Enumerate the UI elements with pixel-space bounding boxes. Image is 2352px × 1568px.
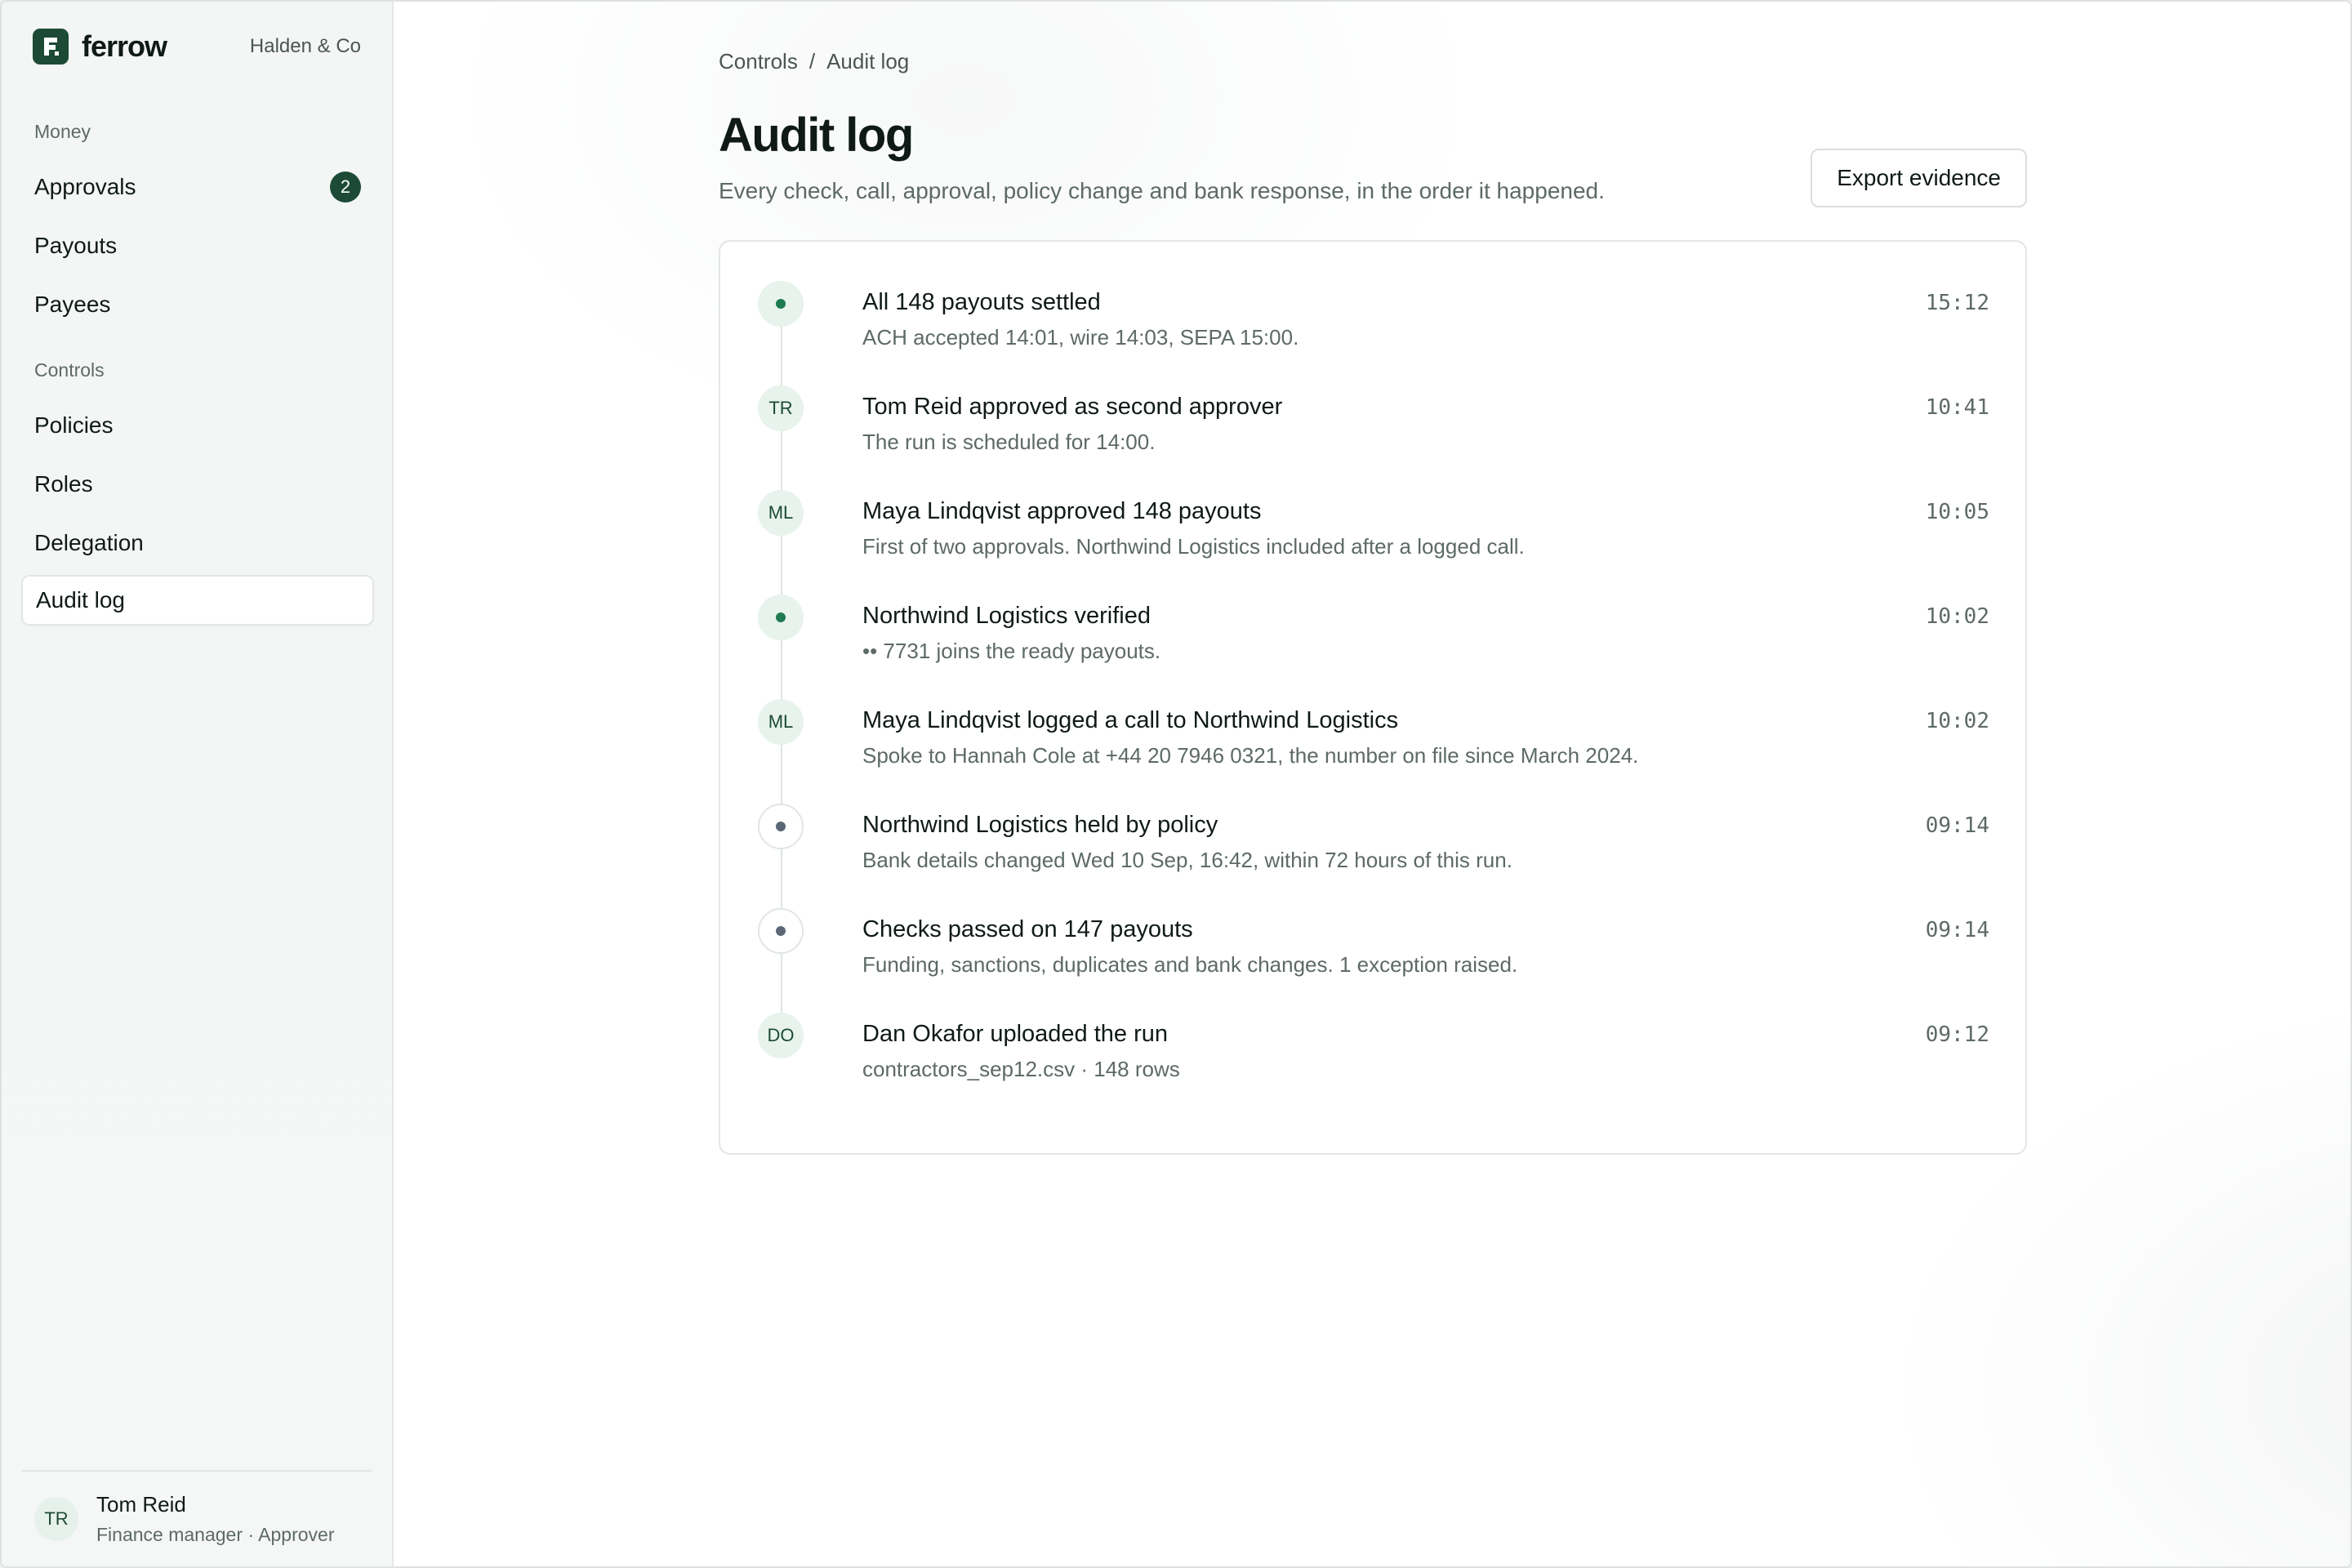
sidebar-item-delegation[interactable]: Delegation xyxy=(21,518,374,568)
current-user[interactable]: TR Tom Reid Finance manager · Approver xyxy=(21,1470,372,1566)
page-title: Audit log xyxy=(719,109,914,162)
brand-name: ferrow xyxy=(82,29,167,63)
event-description: Bank details changed Wed 10 Sep, 16:42, … xyxy=(862,848,1512,872)
audit-event: DO Dan Okafor uploaded the run contracto… xyxy=(758,1013,1989,1102)
event-description: Funding, sanctions, duplicates and bank … xyxy=(862,952,1518,977)
sidebar-item-payouts[interactable]: Payouts xyxy=(21,220,374,271)
settled-status-icon xyxy=(758,281,804,327)
event-title: Dan Okafor uploaded the run xyxy=(862,1021,1169,1047)
avatar: TR xyxy=(758,385,804,431)
verified-status-icon xyxy=(758,595,804,640)
sidebar-item-policies[interactable]: Policies xyxy=(21,400,374,451)
event-description: contractors_sep12.csv · 148 rows xyxy=(862,1057,1180,1081)
sidebar-item-label: Payouts xyxy=(34,233,118,258)
user-info: Tom Reid Finance manager · Approver xyxy=(96,1492,335,1546)
nav-section-money: Money xyxy=(34,121,91,142)
breadcrumb: Controls / Audit log xyxy=(719,49,909,74)
event-title: All 148 payouts settled xyxy=(862,289,1101,315)
sidebar-item-label: Audit log xyxy=(36,587,125,612)
avatar: ML xyxy=(758,490,804,536)
ferrow-logo-icon xyxy=(33,29,69,65)
export-evidence-button[interactable]: Export evidence xyxy=(1811,149,2027,207)
sidebar-item-label: Roles xyxy=(34,471,93,497)
sidebar-item-approvals[interactable]: Approvals 2 xyxy=(21,162,374,212)
approvals-count-badge: 2 xyxy=(330,172,361,203)
event-title: Northwind Logistics verified xyxy=(862,603,1151,629)
breadcrumb-separator: / xyxy=(808,49,816,74)
audit-event: ML Maya Lindqvist logged a call to North… xyxy=(758,699,1989,789)
sidebar-item-label: Approvals xyxy=(34,174,136,199)
sidebar-item-roles[interactable]: Roles xyxy=(21,459,374,510)
event-description: First of two approvals. Northwind Logist… xyxy=(862,534,1525,559)
breadcrumb-current: Audit log xyxy=(826,49,910,74)
user-role: Finance manager · Approver xyxy=(96,1524,335,1545)
breadcrumb-controls[interactable]: Controls xyxy=(719,49,798,74)
avatar: ML xyxy=(758,699,804,745)
avatar: TR xyxy=(34,1497,78,1541)
brand-row: ferrow Halden & Co xyxy=(33,26,361,67)
event-description: •• 7731 joins the ready payouts. xyxy=(862,639,1161,663)
event-title: Checks passed on 147 payouts xyxy=(862,916,1193,942)
page-subtitle: Every check, call, approval, policy chan… xyxy=(719,178,1605,203)
event-description: ACH accepted 14:01, wire 14:03, SEPA 15:… xyxy=(862,325,1299,350)
sidebar-item-label: Delegation xyxy=(34,530,144,555)
event-title: Maya Lindqvist logged a call to Northwin… xyxy=(862,707,1399,733)
sidebar-item-payees[interactable]: Payees xyxy=(21,279,374,330)
audit-event: ML Maya Lindqvist approved 148 payouts F… xyxy=(758,490,1989,580)
audit-event: Northwind Logistics held by policy Bank … xyxy=(758,804,1989,893)
system-status-icon xyxy=(758,908,804,954)
system-status-icon xyxy=(758,804,804,849)
org-switcher[interactable]: Halden & Co xyxy=(250,35,361,58)
sidebar-item-audit-log[interactable]: Audit log xyxy=(21,575,374,626)
app-window: ferrow Halden & Co Money Approvals 2 Pay… xyxy=(0,0,2352,1568)
audit-event: All 148 payouts settled ACH accepted 14:… xyxy=(758,281,1989,371)
main-content: Controls / Audit log Audit log Every che… xyxy=(394,2,2350,1566)
event-description: Spoke to Hannah Cole at +44 20 7946 0321… xyxy=(862,743,1639,768)
avatar: DO xyxy=(758,1013,804,1058)
event-time: 10:05 xyxy=(1925,500,1989,524)
sidebar-item-label: Policies xyxy=(34,412,114,438)
audit-log-card: All 148 payouts settled ACH accepted 14:… xyxy=(719,240,2027,1155)
event-title: Maya Lindqvist approved 148 payouts xyxy=(862,498,1262,524)
event-title: Tom Reid approved as second approver xyxy=(862,394,1283,420)
event-time: 09:12 xyxy=(1925,1022,1989,1047)
event-time: 09:14 xyxy=(1925,813,1989,838)
event-time: 09:14 xyxy=(1925,918,1989,942)
event-time: 10:41 xyxy=(1925,395,1989,420)
sidebar: ferrow Halden & Co Money Approvals 2 Pay… xyxy=(2,2,394,1566)
event-title: Northwind Logistics held by policy xyxy=(862,812,1218,838)
event-time: 10:02 xyxy=(1925,604,1989,629)
user-name: Tom Reid xyxy=(96,1492,186,1517)
audit-event: Northwind Logistics verified •• 7731 joi… xyxy=(758,595,1989,684)
audit-event: Checks passed on 147 payouts Funding, sa… xyxy=(758,908,1989,998)
sidebar-item-label: Payees xyxy=(34,292,111,317)
nav-section-controls: Controls xyxy=(34,359,105,381)
event-time: 10:02 xyxy=(1925,709,1989,733)
audit-event: TR Tom Reid approved as second approver … xyxy=(758,385,1989,475)
brand[interactable]: ferrow xyxy=(33,29,167,65)
event-description: The run is scheduled for 14:00. xyxy=(862,430,1156,454)
event-time: 15:12 xyxy=(1925,291,1989,315)
